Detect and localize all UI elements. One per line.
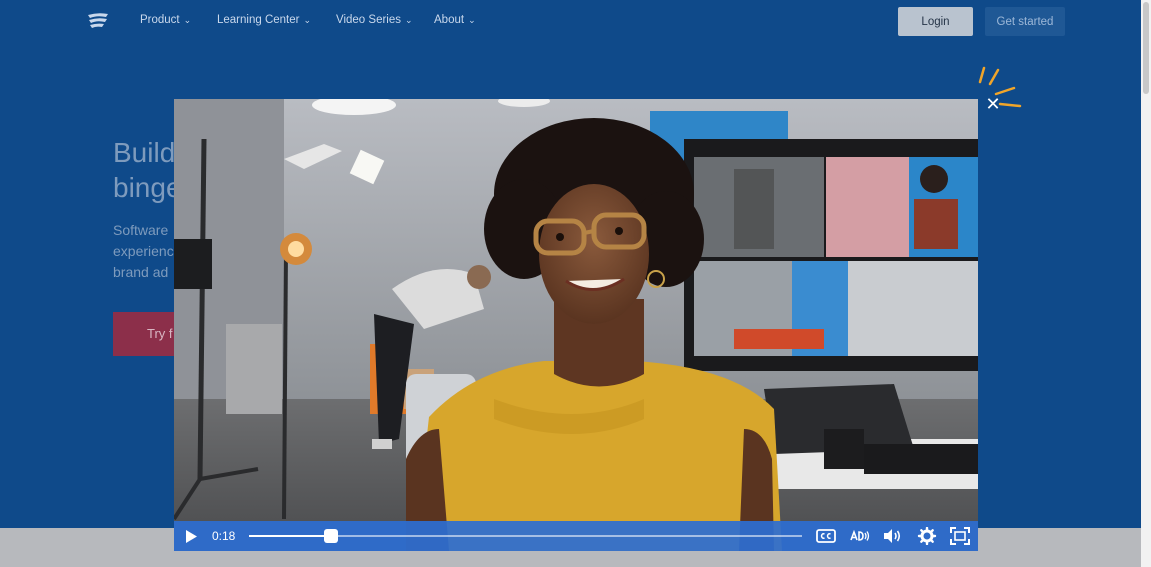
progress-bar[interactable] (249, 529, 802, 543)
current-time: 0:18 (212, 529, 236, 543)
top-navigation: Product ⌄ Learning Center ⌄ Video Series… (0, 0, 1151, 44)
player-control-bar: 0:18 (174, 521, 978, 551)
hero-subtitle-line: experience (113, 243, 175, 259)
nav-learning-center-label: Learning Center (217, 14, 300, 26)
login-button[interactable]: Login (898, 7, 973, 36)
chevron-down-icon: ⌄ (468, 14, 476, 25)
settings-gear-icon[interactable] (917, 527, 937, 545)
chevron-down-icon: ⌄ (405, 14, 413, 25)
nav-product[interactable]: Product ⌄ (140, 14, 191, 26)
nav-learning-center[interactable]: Learning Center ⌄ (217, 14, 311, 26)
hero-cta-button[interactable]: Try f (113, 312, 174, 356)
nav-video-series-label: Video Series (336, 14, 401, 26)
video-player[interactable]: 0:18 (174, 99, 978, 551)
progress-handle[interactable] (324, 529, 338, 543)
scrollbar-thumb[interactable] (1143, 2, 1149, 94)
audio-description-icon[interactable] (850, 527, 870, 545)
brand-logo-icon[interactable] (86, 12, 110, 30)
chevron-down-icon: ⌄ (183, 14, 192, 25)
nav-product-label: Product (140, 14, 180, 26)
hero-subtitle-line: brand ad (113, 264, 169, 280)
video-frame-image (174, 99, 978, 551)
hero-title-line: Build (113, 137, 176, 168)
close-icon[interactable]: ✕ (984, 95, 1002, 113)
cc-icon[interactable] (816, 527, 836, 545)
hero-title-line: binge (113, 172, 182, 203)
fullscreen-icon[interactable] (950, 527, 970, 545)
nav-about[interactable]: About ⌄ (434, 14, 476, 26)
play-icon[interactable] (184, 529, 198, 544)
hero-subtitle-line: Software (113, 222, 169, 238)
hero-title: Build binge (113, 135, 183, 205)
get-started-button[interactable]: Get started (985, 7, 1065, 36)
progress-fill (249, 535, 331, 537)
volume-icon[interactable] (882, 527, 902, 545)
nav-video-series[interactable]: Video Series ⌄ (336, 14, 413, 26)
chevron-down-icon: ⌄ (303, 14, 312, 25)
nav-about-label: About (434, 14, 465, 26)
hero-subtitle: Software experience brand ad (113, 220, 175, 283)
